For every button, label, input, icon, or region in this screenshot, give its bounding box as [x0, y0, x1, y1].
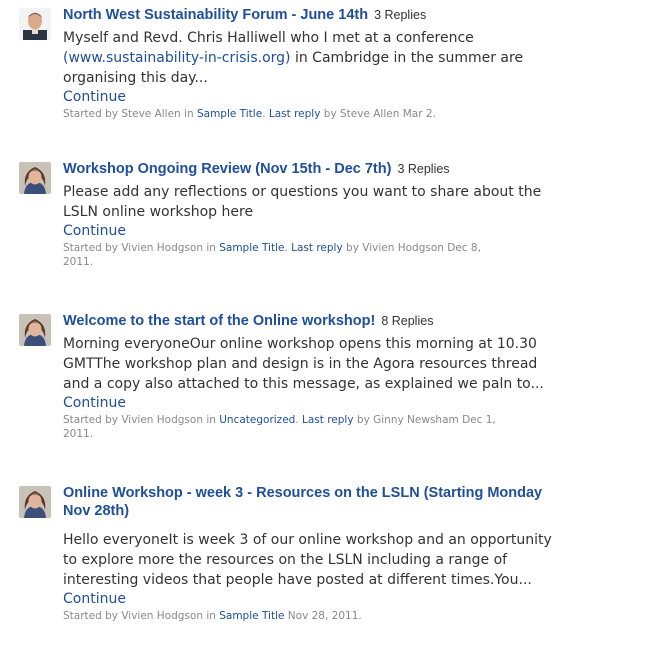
excerpt-line: Hello everyoneIt is week 3 of our online…	[63, 532, 552, 548]
topic-meta: Started by Vivien Hodgson in Sample Titl…	[63, 609, 656, 623]
last-reply-link[interactable]: Last reply	[269, 108, 321, 120]
topic-title-link[interactable]: Workshop Ongoing Review (Nov 15th - Dec …	[63, 161, 391, 177]
reply-count: 3 Replies	[374, 8, 427, 22]
continue-link[interactable]: Continue	[63, 590, 656, 608]
topic-content: North West Sustainability Forum - June 1…	[63, 6, 656, 121]
woman-avatar-icon	[19, 162, 51, 194]
meta-line: Started by Vivien Hodgson in Uncategoriz…	[63, 413, 656, 427]
meta-tail: Nov 28, 2011.	[284, 610, 362, 622]
topic-content: Online Workshop - week 3 - Resources on …	[63, 484, 656, 623]
forum-link[interactable]: Sample Title	[197, 108, 262, 120]
meta-line: Started by Vivien Hodgson in Sample Titl…	[63, 241, 656, 255]
continue-link[interactable]: Continue	[63, 88, 656, 106]
topic-content: Welcome to the start of the Online works…	[63, 312, 656, 441]
continue-link[interactable]: Continue	[63, 394, 656, 412]
meta-separator: .	[262, 108, 269, 120]
topic-title-line: North West Sustainability Forum - June 1…	[63, 6, 656, 24]
excerpt-line: and a copy also attached to this message…	[63, 376, 544, 392]
topic-excerpt: Hello everyoneIt is week 3 of our online…	[63, 530, 656, 590]
meta-tail: by Vivien Hodgson Dec 8,	[342, 242, 481, 254]
meta-tail: by Ginny Newsham Dec 1,	[353, 414, 496, 426]
topic-title-link-cont[interactable]: Nov 28th)	[63, 503, 129, 519]
topic-excerpt: Myself and Revd. Chris Halliwell who I m…	[63, 28, 656, 88]
forum-link[interactable]: Uncategorized	[219, 414, 295, 426]
topic-meta: Started by Steve Allen in Sample Title. …	[63, 107, 656, 121]
woman-avatar-icon	[19, 486, 51, 518]
excerpt-text: in Cambridge in the summer are	[290, 50, 524, 66]
topic-excerpt: Please add any reflections or questions …	[63, 182, 656, 222]
topic-title-line: Nov 28th)	[63, 502, 656, 520]
meta-started: Started by Vivien Hodgson in	[63, 414, 220, 426]
topic-content: Workshop Ongoing Review (Nov 15th - Dec …	[63, 160, 656, 269]
excerpt-url-link[interactable]: (www.sustainability-in-crisis.org)	[63, 50, 291, 66]
meta-started: Started by Steve Allen in	[63, 108, 197, 120]
meta-line: 2011.	[63, 428, 94, 440]
excerpt-line: to explore more the resources on the LSL…	[63, 552, 508, 568]
man-avatar-icon	[19, 8, 51, 40]
topic-title-line: Workshop Ongoing Review (Nov 15th - Dec …	[63, 160, 656, 178]
reply-count: 8 Replies	[381, 314, 434, 328]
excerpt-line: GMTThe workshop plan and design is in th…	[63, 356, 538, 372]
topic-title-line: Welcome to the start of the Online works…	[63, 312, 656, 330]
excerpt-line: Morning everyoneOur online workshop open…	[63, 336, 537, 352]
meta-started: Started by Vivien Hodgson in	[63, 610, 220, 622]
topic-meta: Started by Vivien Hodgson in Uncategoriz…	[63, 413, 656, 441]
excerpt-line: LSLN online workshop here	[63, 204, 254, 220]
avatar[interactable]	[19, 486, 51, 518]
meta-separator: .	[295, 414, 303, 426]
excerpt-line: Please add any reflections or questions …	[63, 184, 542, 200]
avatar[interactable]	[19, 8, 51, 40]
woman-avatar-icon	[19, 314, 51, 346]
excerpt-line: (www.sustainability-in-crisis.org) in Ca…	[63, 48, 656, 68]
excerpt-line: Myself and Revd. Chris Halliwell who I m…	[63, 30, 474, 46]
topic-title-link[interactable]: North West Sustainability Forum - June 1…	[63, 7, 368, 23]
discussion-list: North West Sustainability Forum - June 1…	[0, 0, 656, 645]
avatar[interactable]	[19, 162, 51, 194]
reply-count: 3 Replies	[397, 162, 450, 176]
forum-link[interactable]: Sample Title	[219, 242, 284, 254]
continue-link[interactable]: Continue	[63, 222, 656, 240]
excerpt-line: organising this day...	[63, 70, 208, 86]
forum-link[interactable]: Sample Title	[219, 610, 284, 622]
topic-excerpt: Morning everyoneOur online workshop open…	[63, 334, 656, 394]
last-reply-link[interactable]: Last reply	[302, 414, 354, 426]
topic-title-line: Online Workshop - week 3 - Resources on …	[63, 484, 656, 502]
excerpt-line: interesting videos that people have post…	[63, 572, 532, 588]
topic-title-link[interactable]: Welcome to the start of the Online works…	[63, 313, 375, 329]
last-reply-link[interactable]: Last reply	[291, 242, 343, 254]
meta-tail: by Steve Allen Mar 2.	[320, 108, 436, 120]
topic-title-link[interactable]: Online Workshop - week 3 - Resources on …	[63, 485, 542, 501]
avatar[interactable]	[19, 314, 51, 346]
meta-line: 2011.	[63, 256, 94, 268]
meta-started: Started by Vivien Hodgson in	[63, 242, 220, 254]
topic-meta: Started by Vivien Hodgson in Sample Titl…	[63, 241, 656, 269]
